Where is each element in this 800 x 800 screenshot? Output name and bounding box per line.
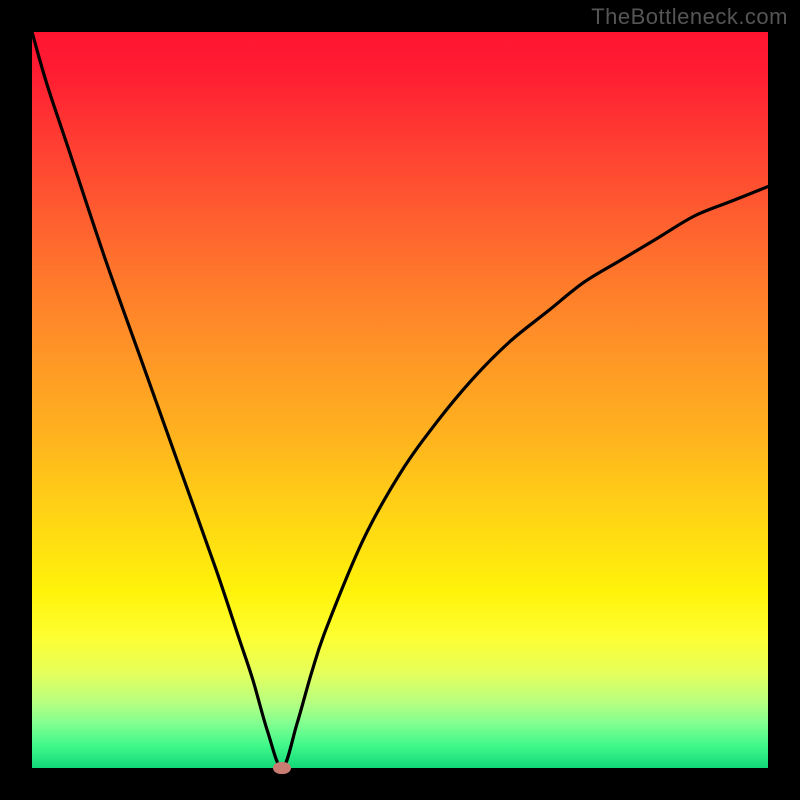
bottleneck-curve — [32, 32, 768, 768]
plot-area — [32, 32, 768, 768]
watermark-text: TheBottleneck.com — [591, 4, 788, 30]
chart-container: TheBottleneck.com — [0, 0, 800, 800]
minimum-marker — [273, 762, 291, 774]
curve-svg — [32, 32, 768, 768]
